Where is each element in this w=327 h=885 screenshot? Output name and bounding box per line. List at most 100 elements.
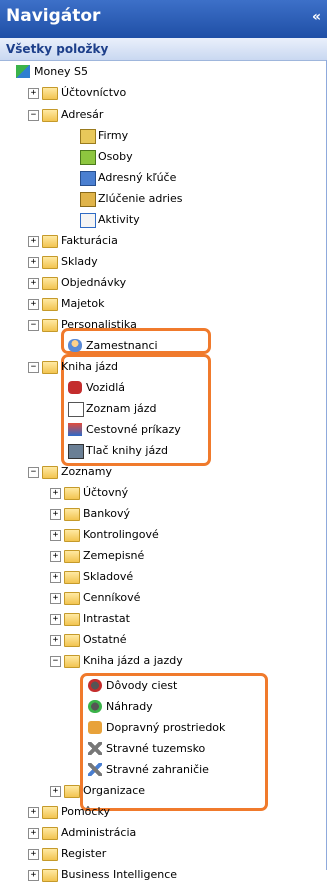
folder-icon <box>42 298 58 311</box>
tree-item-uctovny[interactable]: + Účtovný <box>46 483 306 503</box>
all-items-bar: Všetky položky <box>0 38 327 61</box>
tree-item-kniha-jazd[interactable]: − Kniha jázd <box>24 357 304 377</box>
tree-label: Cenníkové <box>83 591 141 604</box>
expand-icon[interactable]: + <box>28 257 39 268</box>
tree-label: Ostatné <box>83 633 127 646</box>
tree-item-stravne-zah[interactable]: Stravné zahraničie <box>86 760 262 780</box>
tree-label: Zoznam jázd <box>86 402 157 415</box>
tree-item-adresar[interactable]: − Adresár <box>24 105 304 125</box>
tree-item-zoznam-jazd[interactable]: Zoznam jázd <box>66 399 206 419</box>
tree-item-tlac[interactable]: Tlač knihy jázd <box>66 441 206 461</box>
tree-label: Zemepisné <box>83 549 145 562</box>
address-keys-icon <box>80 171 96 186</box>
tree-label: Adresný kľúče <box>98 171 177 184</box>
collapse-node-icon[interactable]: − <box>50 656 61 667</box>
tree-label: Majetok <box>61 297 105 310</box>
tree-item-firmy[interactable]: Firmy <box>78 126 278 146</box>
tree-item-zlucenie[interactable]: Zlúčenie adries <box>78 189 298 209</box>
collapse-node-icon[interactable]: − <box>28 110 39 121</box>
tree-item-register[interactable]: + Register <box>24 844 304 864</box>
tree-item-intrastat[interactable]: + Intrastat <box>46 609 306 629</box>
tree-item-ostatne[interactable]: + Ostatné <box>46 630 306 650</box>
company-icon <box>80 129 96 144</box>
expand-icon[interactable]: + <box>28 870 39 881</box>
expand-icon[interactable]: + <box>28 807 39 818</box>
folder-icon <box>42 806 58 819</box>
folder-icon <box>42 848 58 861</box>
tree-item-uctovnictvo[interactable]: + Účtovníctvo <box>24 83 304 103</box>
travel-order-icon <box>68 423 82 436</box>
tree-item-skladove[interactable]: + Skladové <box>46 567 306 587</box>
folder-icon <box>42 235 58 248</box>
expand-icon[interactable]: + <box>28 849 39 860</box>
tree-label: Kniha jázd <box>61 360 119 373</box>
expand-icon[interactable]: + <box>28 278 39 289</box>
expand-icon[interactable]: + <box>50 593 61 604</box>
tree-item-zoznamy[interactable]: − Zoznamy <box>24 462 304 482</box>
folder-icon <box>64 508 80 521</box>
tree-label: Intrastat <box>83 612 130 625</box>
expand-icon[interactable]: + <box>28 236 39 247</box>
folder-icon <box>64 550 80 563</box>
tree-label: Vozidlá <box>86 381 126 394</box>
tree-item-zamestnanci[interactable]: Zamestnanci <box>66 336 206 356</box>
tree-item-dopravny[interactable]: Dopravný prostriedok <box>86 718 262 738</box>
money-app-icon <box>16 65 30 78</box>
tree-root-label: Money S5 <box>34 65 88 78</box>
expand-icon[interactable]: + <box>50 786 61 797</box>
folder-icon <box>42 256 58 269</box>
collapse-icon[interactable]: « <box>312 9 321 25</box>
folder-icon <box>64 592 80 605</box>
tree-item-cennikove[interactable]: + Cenníkové <box>46 588 306 608</box>
tree-item-osoby[interactable]: Osoby <box>78 147 278 167</box>
car-icon <box>68 381 82 394</box>
tree-item-organizace[interactable]: + Organizace <box>46 781 306 801</box>
tree-item-cestovne[interactable]: Cestovné príkazy <box>66 420 206 440</box>
expand-icon[interactable]: + <box>50 488 61 499</box>
expand-icon[interactable]: + <box>50 614 61 625</box>
folder-icon <box>42 827 58 840</box>
collapse-node-icon[interactable]: − <box>28 467 39 478</box>
tree-item-sklady[interactable]: + Sklady <box>24 252 304 272</box>
compensation-icon <box>88 700 102 713</box>
tree-item-majetok[interactable]: + Majetok <box>24 294 304 314</box>
tree-item-zemepisne[interactable]: + Zemepisné <box>46 546 306 566</box>
folder-icon <box>64 613 80 626</box>
expand-icon[interactable]: + <box>28 828 39 839</box>
folder-icon <box>64 487 80 500</box>
tree-label: Dopravný prostriedok <box>106 721 226 734</box>
tree-item-administracia[interactable]: + Administrácia <box>24 823 304 843</box>
tree-item-nahrady[interactable]: Náhrady <box>86 697 262 717</box>
collapse-node-icon[interactable]: − <box>28 320 39 331</box>
tree-item-aktivity[interactable]: Aktivity <box>78 210 278 230</box>
tree-item-kontrolingove[interactable]: + Kontrolingové <box>46 525 306 545</box>
tree-label: Stravné zahraničie <box>106 763 209 776</box>
tree-item-stravne-tuz[interactable]: Stravné tuzemsko <box>86 739 262 759</box>
tree-item-bankovy[interactable]: + Bankový <box>46 504 306 524</box>
expand-icon[interactable]: + <box>50 530 61 541</box>
tree-item-vozidla[interactable]: Vozidlá <box>66 378 206 398</box>
collapse-node-icon[interactable]: − <box>28 362 39 373</box>
tree-item-personalistika[interactable]: − Personalistika <box>24 315 304 335</box>
tree-label: Dôvody ciest <box>106 679 178 692</box>
merge-icon <box>80 192 96 207</box>
tree-item-objednavky[interactable]: + Objednávky <box>24 273 304 293</box>
folder-icon <box>42 319 58 332</box>
tree-label: Účtovníctvo <box>61 86 127 99</box>
expand-icon[interactable]: + <box>50 509 61 520</box>
tree-item-fakturacia[interactable]: + Fakturácia <box>24 231 304 251</box>
tree-item-adresne-kluce[interactable]: Adresný kľúče <box>78 168 298 188</box>
tree-item-pomocky[interactable]: + Pomôcky <box>24 802 304 822</box>
tree-label: Tlač knihy jázd <box>86 444 168 457</box>
expand-icon[interactable]: + <box>28 299 39 310</box>
expand-icon[interactable]: + <box>50 572 61 583</box>
expand-icon[interactable]: + <box>28 88 39 99</box>
tree-item-kniha-jazdy[interactable]: − Kniha jázd a jazdy <box>46 651 306 671</box>
cutlery-globe-icon <box>88 763 102 776</box>
expand-icon[interactable]: + <box>50 551 61 562</box>
tree-item-bi[interactable]: + Business Intelligence <box>24 865 304 885</box>
folder-icon <box>64 529 80 542</box>
expand-icon[interactable]: + <box>50 635 61 646</box>
tree-root[interactable]: Money S5 <box>14 62 314 82</box>
tree-item-dovody[interactable]: Dôvody ciest <box>86 676 262 696</box>
